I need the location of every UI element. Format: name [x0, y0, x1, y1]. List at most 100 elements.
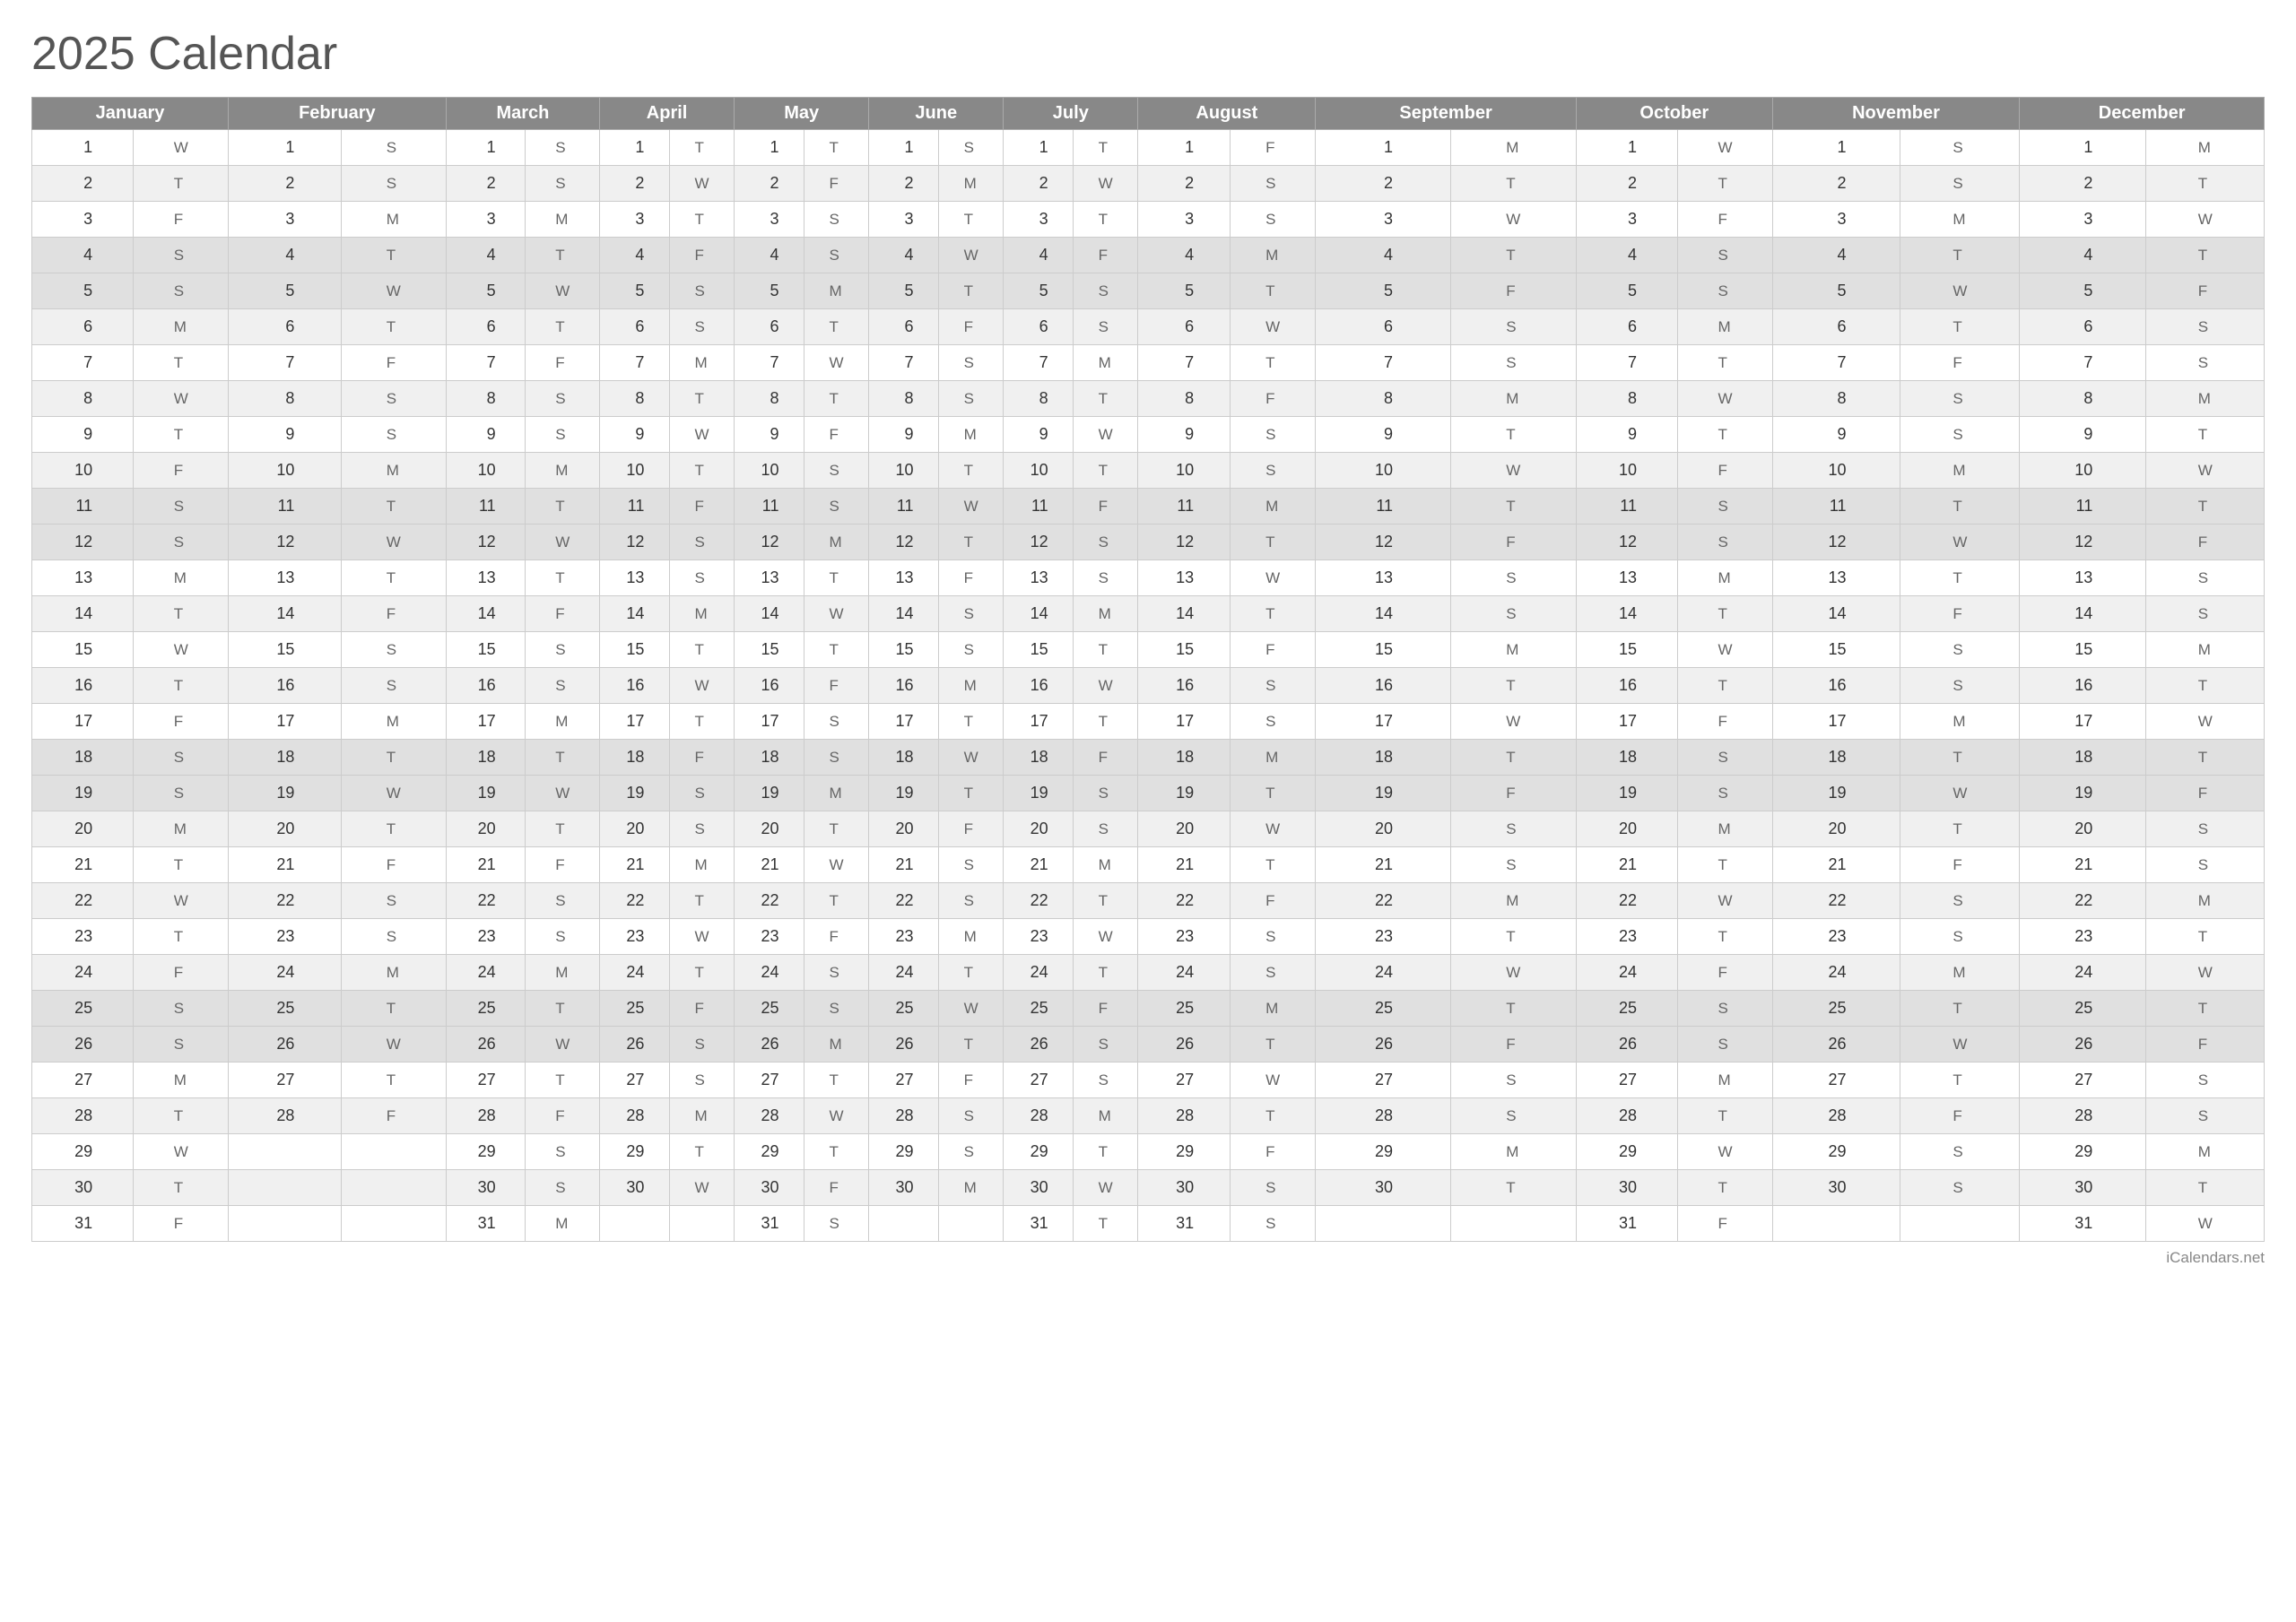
- day-abbr-october-20: M: [1678, 811, 1773, 847]
- day-num-july-3: 3: [1004, 202, 1074, 238]
- calendar-row: 2T2S2S2W2F2M2W2S2T2T2S2T: [32, 166, 2265, 202]
- calendar-row: 6M6T6T6S6T6F6S6W6S6M6T6S: [32, 309, 2265, 345]
- day-num-august-31: 31: [1138, 1206, 1231, 1242]
- day-num-december-29: 29: [2020, 1134, 2146, 1170]
- day-abbr-august-14: T: [1230, 596, 1316, 632]
- day-num-august-9: 9: [1138, 417, 1231, 453]
- day-abbr-june-10: T: [938, 453, 1003, 489]
- day-num-july-20: 20: [1004, 811, 1074, 847]
- day-abbr-june-17: T: [938, 704, 1003, 740]
- day-abbr-may-18: S: [804, 740, 868, 776]
- day-abbr-august-5: T: [1230, 273, 1316, 309]
- day-abbr-july-2: W: [1074, 166, 1138, 202]
- day-num-september-1: 1: [1316, 130, 1450, 166]
- day-num-may-27: 27: [735, 1063, 804, 1098]
- day-num-november-26: 26: [1772, 1027, 1900, 1063]
- calendar-table: JanuaryFebruaryMarchAprilMayJuneJulyAugu…: [31, 97, 2265, 1242]
- day-num-june-4: 4: [869, 238, 939, 273]
- day-abbr-august-8: F: [1230, 381, 1316, 417]
- day-abbr-august-27: W: [1230, 1063, 1316, 1098]
- day-num-may-21: 21: [735, 847, 804, 883]
- month-header-august: August: [1138, 98, 1316, 130]
- day-num-july-24: 24: [1004, 955, 1074, 991]
- day-num-march-1: 1: [446, 130, 526, 166]
- day-abbr-november-20: T: [1900, 811, 2020, 847]
- day-abbr-december-16: T: [2146, 668, 2265, 704]
- day-num-february-28: 28: [229, 1098, 342, 1134]
- day-abbr-august-26: T: [1230, 1027, 1316, 1063]
- day-num-december-18: 18: [2020, 740, 2146, 776]
- day-abbr-january-6: M: [134, 309, 229, 345]
- day-abbr-august-4: M: [1230, 238, 1316, 273]
- day-num-march-23: 23: [446, 919, 526, 955]
- day-num-june-30: 30: [869, 1170, 939, 1206]
- day-num-january-6: 6: [32, 309, 134, 345]
- day-num-november-30: 30: [1772, 1170, 1900, 1206]
- day-num-may-4: 4: [735, 238, 804, 273]
- day-abbr-september-3: W: [1450, 202, 1576, 238]
- day-abbr-april-10: T: [669, 453, 734, 489]
- day-num-august-2: 2: [1138, 166, 1231, 202]
- day-num-february-10: 10: [229, 453, 342, 489]
- day-abbr-march-3: M: [526, 202, 600, 238]
- day-num-november-2: 2: [1772, 166, 1900, 202]
- day-abbr-october-22: W: [1678, 883, 1773, 919]
- day-num-april-17: 17: [600, 704, 670, 740]
- day-abbr-march-26: W: [526, 1027, 600, 1063]
- calendar-row: 22W22S22S22T22T22S22T22F22M22W22S22M: [32, 883, 2265, 919]
- day-num-may-28: 28: [735, 1098, 804, 1134]
- day-abbr-september-15: M: [1450, 632, 1576, 668]
- calendar-row: 7T7F7F7M7W7S7M7T7S7T7F7S: [32, 345, 2265, 381]
- day-abbr-may-19: M: [804, 776, 868, 811]
- day-num-september-25: 25: [1316, 991, 1450, 1027]
- day-num-january-18: 18: [32, 740, 134, 776]
- day-abbr-august-23: S: [1230, 919, 1316, 955]
- day-num-april-30: 30: [600, 1170, 670, 1206]
- day-num-august-25: 25: [1138, 991, 1231, 1027]
- day-abbr-february-7: F: [341, 345, 446, 381]
- day-num-november-9: 9: [1772, 417, 1900, 453]
- day-abbr-august-3: S: [1230, 202, 1316, 238]
- footer: iCalendars.net: [31, 1249, 2265, 1267]
- month-header-row: JanuaryFebruaryMarchAprilMayJuneJulyAugu…: [32, 98, 2265, 130]
- day-abbr-april-30: W: [669, 1170, 734, 1206]
- day-abbr-may-4: S: [804, 238, 868, 273]
- day-num-august-28: 28: [1138, 1098, 1231, 1134]
- day-num-november-13: 13: [1772, 560, 1900, 596]
- day-num-october-18: 18: [1576, 740, 1677, 776]
- day-num-january-8: 8: [32, 381, 134, 417]
- day-abbr-january-11: S: [134, 489, 229, 525]
- day-abbr-july-24: T: [1074, 955, 1138, 991]
- day-num-december-19: 19: [2020, 776, 2146, 811]
- day-abbr-july-21: M: [1074, 847, 1138, 883]
- day-num-march-21: 21: [446, 847, 526, 883]
- day-num-may-6: 6: [735, 309, 804, 345]
- day-num-january-17: 17: [32, 704, 134, 740]
- day-abbr-february-11: T: [341, 489, 446, 525]
- day-num-june-17: 17: [869, 704, 939, 740]
- day-abbr-september-12: F: [1450, 525, 1576, 560]
- day-num-october-31: 31: [1576, 1206, 1677, 1242]
- day-abbr-december-30: T: [2146, 1170, 2265, 1206]
- day-abbr-april-2: W: [669, 166, 734, 202]
- day-num-august-29: 29: [1138, 1134, 1231, 1170]
- day-num-august-6: 6: [1138, 309, 1231, 345]
- day-num-november-22: 22: [1772, 883, 1900, 919]
- day-abbr-may-16: F: [804, 668, 868, 704]
- day-num-october-3: 3: [1576, 202, 1677, 238]
- day-abbr-october-6: M: [1678, 309, 1773, 345]
- day-abbr-december-4: T: [2146, 238, 2265, 273]
- day-abbr-january-12: S: [134, 525, 229, 560]
- day-abbr-september-26: F: [1450, 1027, 1576, 1063]
- day-num-december-11: 11: [2020, 489, 2146, 525]
- day-num-january-27: 27: [32, 1063, 134, 1098]
- day-abbr-june-22: S: [938, 883, 1003, 919]
- day-abbr-february-21: F: [341, 847, 446, 883]
- day-abbr-november-9: S: [1900, 417, 2020, 453]
- day-num-october-21: 21: [1576, 847, 1677, 883]
- day-abbr-november-23: S: [1900, 919, 2020, 955]
- day-abbr-march-20: T: [526, 811, 600, 847]
- calendar-row: 25S25T25T25F25S25W25F25M25T25S25T25T: [32, 991, 2265, 1027]
- day-abbr-march-4: T: [526, 238, 600, 273]
- day-num-september-2: 2: [1316, 166, 1450, 202]
